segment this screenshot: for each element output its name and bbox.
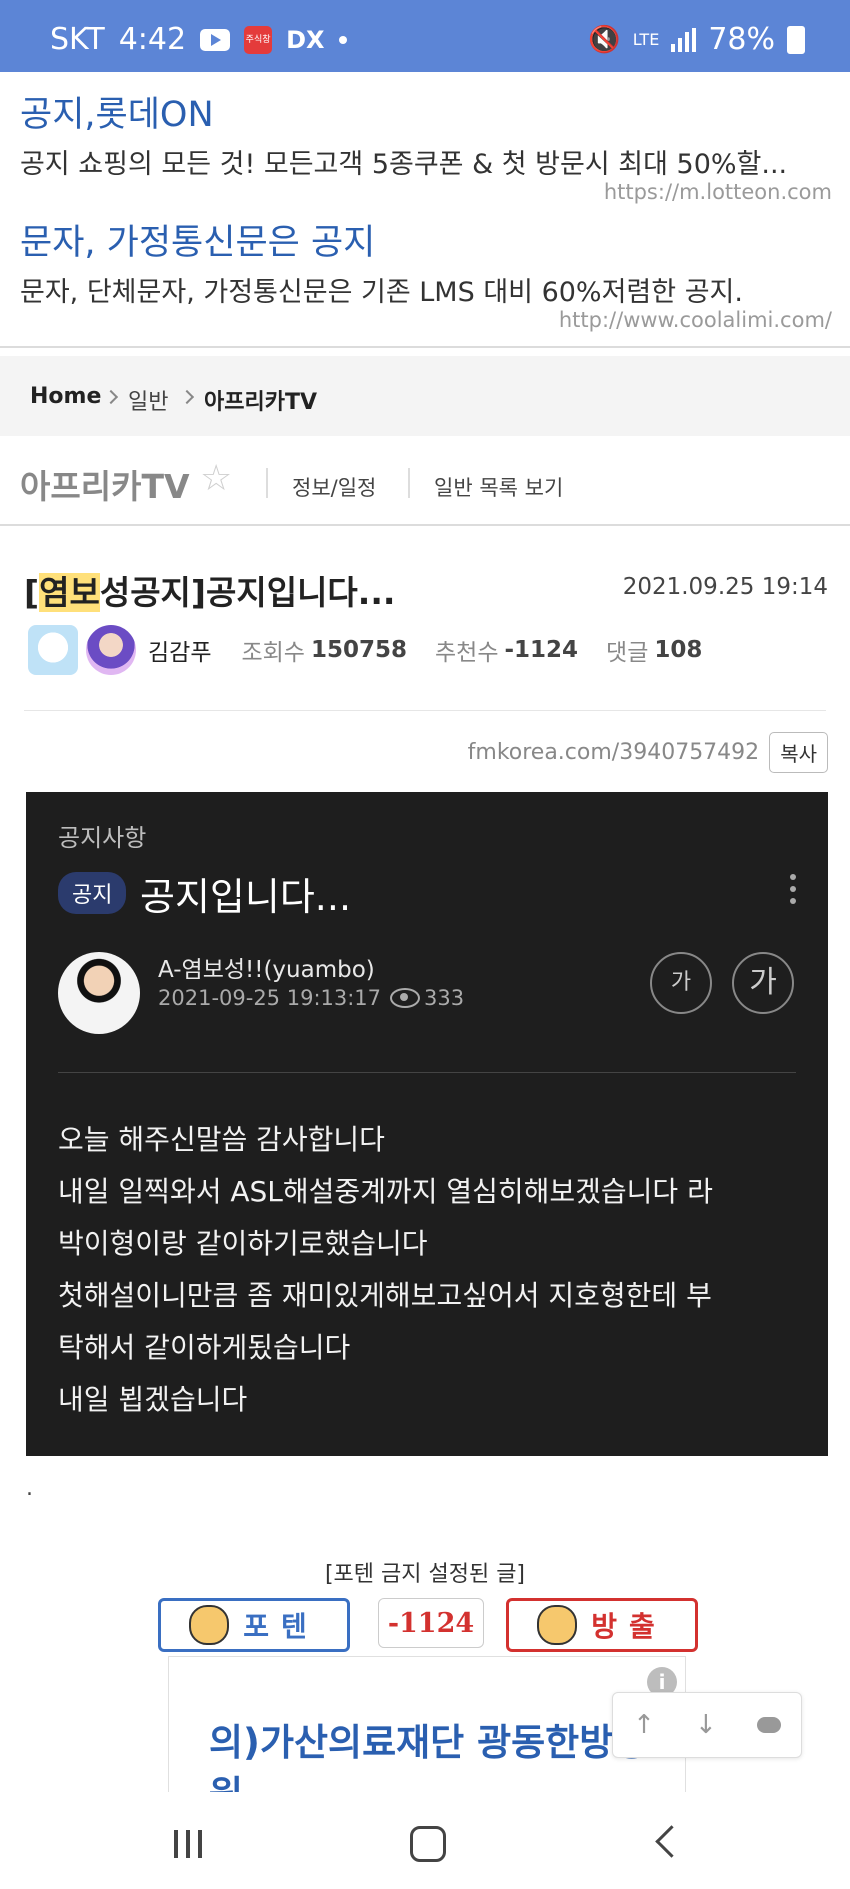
battery-level: 78% [708,22,775,57]
post-trailing-text: . [26,1476,33,1501]
breadcrumb-home[interactable]: Home [30,384,101,409]
chevron-right-icon [103,389,119,405]
release-button[interactable]: 방출 [506,1598,698,1652]
breadcrumb-general[interactable]: 일반 [128,384,168,416]
body-line: 박이형이랑 같이하기로했습니다 [58,1227,428,1260]
divider [58,1072,796,1073]
back-icon[interactable] [655,1825,688,1858]
font-size-large-button: 가 [732,952,794,1014]
post-link-row: fmkorea.com/3940757492 복사 [468,732,828,773]
star-icon[interactable]: ☆ [200,458,232,499]
vote-count: -1124 [378,1598,484,1648]
body-line: 내일 뵙겠습니다 [58,1383,248,1416]
network-label: LTE [632,30,660,49]
body-line: 탁해서 같이하게됬습니다 [58,1331,351,1364]
thumbs-down-face-icon [537,1605,578,1645]
body-line: 오늘 해주신말씀 감사합니다 [58,1123,385,1156]
recommend-count: -1124 [504,637,579,663]
breadcrumb: Home 일반 아프리카TV [0,356,850,436]
board-title[interactable]: 아프리카TV [20,460,190,508]
home-icon[interactable] [410,1826,446,1862]
embedded-views: 333 [424,986,465,1010]
ad-url[interactable]: http://www.coolalimi.com/ [559,308,832,332]
ad-title[interactable]: 공지,롯데ON [20,86,214,137]
clock: 4:42 [118,22,187,57]
status-right: 🔇 LTE 78% [588,22,805,57]
font-size-small-button: 가 [650,952,712,1014]
embedded-screenshot: 공지사항 공지 공지입니다... A-염보성!!(yuambo) 2021-09… [26,792,828,1456]
bottom-ad-text[interactable]: 의)가산의료재단 광동한방병원 [209,1717,669,1797]
ad-lotteon[interactable]: 공지,롯데ON 공지 쇼핑의 모든 것! 모든고객 5종쿠폰 & 첫 방문시 최… [0,72,850,204]
divider [266,468,268,498]
author-badge-avatar[interactable] [86,625,136,675]
poten-label: 포텐 [243,1610,319,1643]
views-label: 조회수 [241,640,305,666]
breadcrumb-current[interactable]: 아프리카TV [204,384,317,416]
arrow-up-icon[interactable]: ↑ [633,1710,655,1740]
carrier-label: SKT [50,22,105,57]
battery-icon [787,25,805,54]
bottom-ad[interactable]: i 의)가산의료재단 광동한방병원 [168,1656,686,1797]
notification-dot-icon [338,35,347,44]
embedded-author-avatar [58,952,140,1034]
embedded-body: 오늘 해주신말씀 감사합니다 내일 일찍와서 ASL해설중계까지 열심히해보겠습… [58,1114,818,1426]
title-highlight: 염보 [39,573,100,612]
ad-description: 문자, 단체문자, 가정통신문은 기존 LMS 대비 60%저렴한 공지. [20,277,743,308]
post-meta: 김감푸 조회수 150758 추천수 -1124 댓글 108 [28,622,730,678]
status-left: SKT 4:42 주식창 DX [50,22,347,57]
more-vert-icon [790,874,796,910]
embedded-title: 공지입니다... [140,875,352,919]
arrow-down-icon[interactable]: ↓ [695,1710,717,1740]
eye-icon [390,988,420,1008]
title-bracket: [ [24,573,40,612]
divider [408,468,410,498]
embedded-author: A-염보성!!(yuambo) [158,957,375,983]
board-header: 아프리카TV ☆ 정보/일정 일반 목록 보기 [0,446,850,526]
post-url: fmkorea.com/3940757492 [467,740,760,765]
ad-description: 공지 쇼핑의 모든 것! 모든고객 5종쿠폰 & 첫 방문시 최대 50%할..… [20,149,788,180]
system-nav-bar [0,1792,850,1889]
post-date: 2021.09.25 19:14 [622,574,828,600]
comments-label: 댓글 [606,640,649,666]
views-count: 150758 [310,637,407,663]
notice-badge: 공지 [58,872,127,914]
author-avatar[interactable] [28,625,78,675]
ad-url[interactable]: https://m.lotteon.com [604,180,832,204]
divider [24,710,826,711]
divider [0,346,850,348]
poten-banned-notice: [포텐 금지 설정된 글] [324,1562,526,1587]
title-rest: 성공지]공지입니다... [99,573,396,612]
post-title: [염보성공지]공지입니다... [24,566,395,614]
copy-button[interactable]: 복사 [769,732,828,773]
status-bar: SKT 4:42 주식창 DX 🔇 LTE 78% [0,0,850,72]
thumbs-up-face-icon [189,1605,230,1645]
embedded-time: 2021-09-25 19:13:17 [158,986,382,1010]
comments-count[interactable]: 108 [654,637,702,663]
chevron-right-icon [179,389,195,405]
poten-button[interactable]: 포텐 [158,1598,350,1652]
floating-nav: ↑ ↓ [612,1692,802,1758]
recent-apps-icon[interactable] [174,1830,202,1858]
divider [0,524,850,526]
author-name[interactable]: 김감푸 [148,633,211,667]
comment-icon[interactable] [756,1717,781,1733]
release-label: 방출 [591,1610,667,1643]
stock-app-icon: 주식창 [244,25,273,54]
ad-title[interactable]: 문자, 가정통신문은 공지 [20,214,375,265]
embedded-section-label: 공지사항 [58,824,147,852]
youtube-icon [200,28,231,51]
info-schedule-link[interactable]: 정보/일정 [292,472,376,502]
body-line: 내일 일찍와서 ASL해설중계까지 열심히해보겠습니다 라 [58,1175,713,1208]
dx-icon: DX [286,25,325,54]
mute-icon: 🔇 [588,24,621,55]
recommend-label: 추천수 [435,640,499,666]
ad-coolalimi[interactable]: 문자, 가정통신문은 공지 문자, 단체문자, 가정통신문은 기존 LMS 대비… [0,204,850,344]
signal-icon [671,27,697,52]
general-list-link[interactable]: 일반 목록 보기 [434,472,563,502]
body-line: 첫해설이니만큼 좀 재미있게해보고싶어서 지호형한테 부 [58,1279,712,1312]
